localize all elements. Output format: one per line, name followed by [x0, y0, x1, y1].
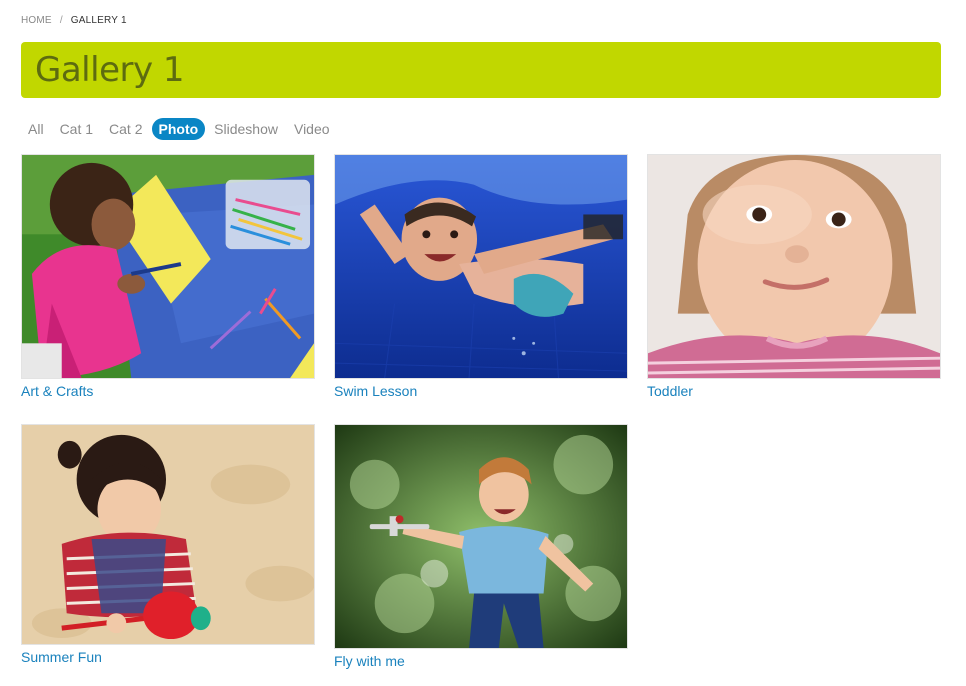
gallery-thumbnail-swim-lesson[interactable] [334, 154, 628, 379]
gallery-thumbnail-summer-fun[interactable] [21, 424, 315, 645]
breadcrumb: HOME / GALLERY 1 [21, 15, 127, 26]
gallery-caption-link[interactable]: Swim Lesson [334, 383, 628, 399]
filter-slideshow[interactable]: Slideshow [207, 118, 285, 140]
gallery-caption-link[interactable]: Toddler [647, 383, 941, 399]
filter-cat-1[interactable]: Cat 1 [53, 118, 100, 140]
gallery-item: Toddler [647, 154, 941, 399]
breadcrumb-separator: / [59, 15, 63, 26]
breadcrumb-home-link[interactable]: HOME [21, 15, 52, 26]
gallery-item: Fly with me [334, 424, 628, 669]
gallery-item: Summer Fun [21, 424, 315, 665]
gallery-thumbnail-art-crafts[interactable] [21, 154, 315, 379]
gallery-caption-link[interactable]: Fly with me [334, 653, 628, 669]
page-title: Gallery 1 [35, 50, 185, 90]
filter-all[interactable]: All [21, 118, 51, 140]
gallery-caption-link[interactable]: Art & Crafts [21, 383, 315, 399]
filter-cat-2[interactable]: Cat 2 [102, 118, 149, 140]
page-title-banner: Gallery 1 [21, 42, 941, 98]
category-filter-bar: All Cat 1 Cat 2 Photo Slideshow Video [21, 118, 339, 140]
gallery-thumbnail-toddler[interactable] [647, 154, 941, 379]
gallery-item: Art & Crafts [21, 154, 315, 399]
gallery-item: Swim Lesson [334, 154, 628, 399]
filter-photo[interactable]: Photo [151, 118, 206, 140]
gallery-caption-link[interactable]: Summer Fun [21, 649, 315, 665]
breadcrumb-current: GALLERY 1 [70, 15, 127, 26]
gallery-thumbnail-fly-with-me[interactable] [334, 424, 628, 649]
filter-video[interactable]: Video [287, 118, 337, 140]
